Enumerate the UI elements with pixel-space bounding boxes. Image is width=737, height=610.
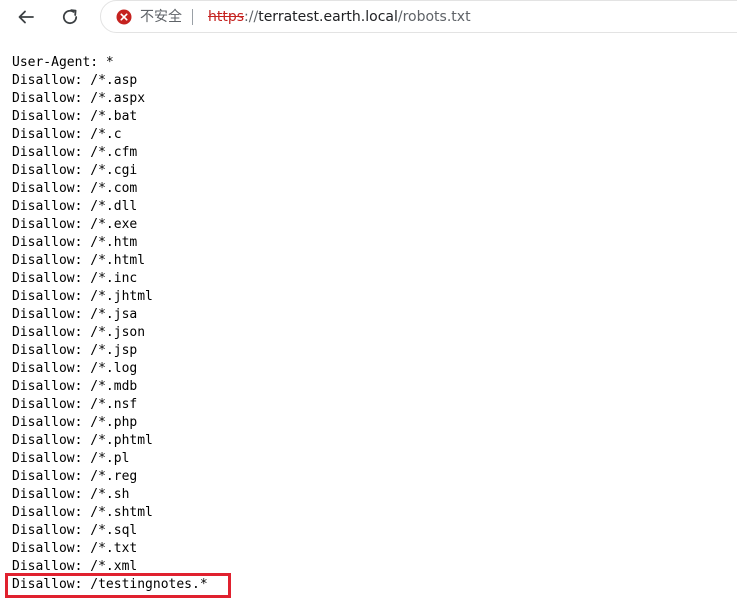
disallow-line: Disallow: /*.jsp: [12, 343, 138, 358]
disallow-line: Disallow: /*.shtml: [12, 505, 153, 520]
disallow-line: Disallow: /*.json: [12, 325, 146, 340]
url-scheme: https: [208, 9, 245, 25]
disallow-line: Disallow: /*.cgi: [12, 163, 138, 178]
disallow-line: Disallow: /*.reg: [12, 469, 138, 484]
disallow-line: Disallow: /*.nsf: [12, 397, 138, 412]
disallow-line: Disallow: /*.sql: [12, 523, 138, 538]
disallow-line: Disallow: /*.com: [12, 181, 138, 196]
disallow-line: Disallow: /*.html: [12, 253, 146, 268]
disallow-line: Disallow: /*.dll: [12, 199, 138, 214]
disallow-line: Disallow: /*.log: [12, 361, 138, 376]
address-bar[interactable]: 不安全 https://terratest.earth.local/robots…: [100, 0, 737, 33]
disallow-line: Disallow: /*.inc: [12, 271, 138, 286]
not-secure-icon: [116, 9, 132, 25]
disallow-line: Disallow: /*.pl: [12, 451, 130, 466]
back-button[interactable]: [12, 4, 40, 30]
disallow-line: Disallow: /*.php: [12, 415, 138, 430]
url-separator: ://: [244, 9, 259, 25]
url-path: /robots.txt: [397, 9, 471, 25]
disallow-line: Disallow: /*.htm: [12, 235, 138, 250]
disallow-line: Disallow: /*.mdb: [12, 379, 138, 394]
disallow-line: Disallow: /*.c: [12, 127, 122, 142]
disallow-line: Disallow: /*.xml: [12, 559, 138, 574]
disallow-line: Disallow: /*.aspx: [12, 91, 146, 106]
disallow-line: Disallow: /*.txt: [12, 541, 138, 556]
user-agent-line: User-Agent: *: [12, 55, 114, 70]
disallow-line: Disallow: /*.cfm: [12, 145, 138, 160]
disallow-line: Disallow: /*.exe: [12, 217, 138, 232]
disallow-line: Disallow: /*.jsa: [12, 307, 138, 322]
disallow-line: Disallow: /*.sh: [12, 487, 130, 502]
back-arrow-icon: [18, 10, 34, 24]
disallow-line: Disallow: /*.bat: [12, 109, 138, 124]
disallow-line: Disallow: /*.asp: [12, 73, 138, 88]
reload-icon: [62, 9, 78, 25]
url-host: terratest.earth.local: [258, 9, 398, 25]
omnibox-divider: [192, 9, 193, 25]
browser-toolbar: 不安全 https://terratest.earth.local/robots…: [0, 0, 737, 34]
security-indicator[interactable]: 不安全: [116, 8, 182, 26]
url-text[interactable]: https://terratest.earth.local/robots.txt: [208, 8, 471, 26]
disallow-line: Disallow: /testingnotes.*: [12, 577, 208, 592]
security-label: 不安全: [140, 9, 182, 25]
reload-button[interactable]: [56, 4, 84, 30]
disallow-line: Disallow: /*.jhtml: [12, 289, 153, 304]
robots-txt-content: User-Agent: * Disallow: /*.asp Disallow: /…: [12, 54, 727, 594]
disallow-line: Disallow: /*.phtml: [12, 433, 153, 448]
